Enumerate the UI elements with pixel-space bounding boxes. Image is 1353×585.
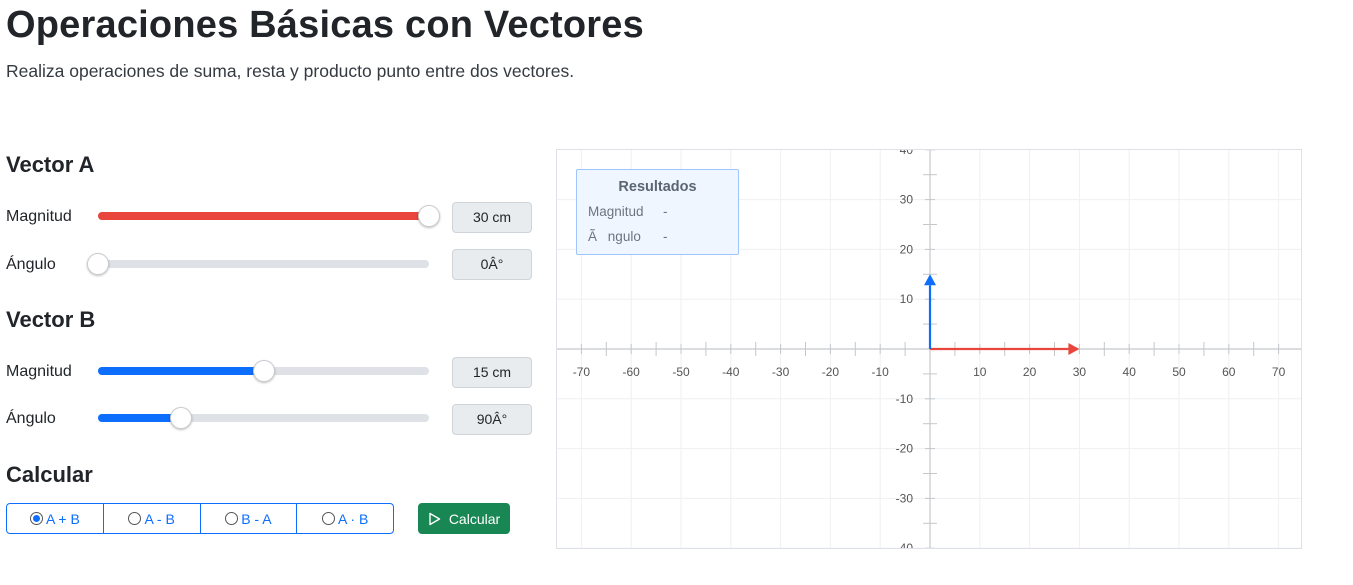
y-tick-label: 40: [900, 150, 914, 157]
y-tick-label: 30: [900, 193, 914, 207]
radio-icon: [128, 512, 142, 525]
results-magnitude-value: -: [663, 204, 668, 219]
x-tick-label: 10: [973, 365, 987, 379]
operation-label: A · B: [337, 510, 369, 527]
x-tick-label: -60: [623, 365, 641, 379]
operation-dot-product[interactable]: A · B: [297, 504, 393, 533]
slider-thumb[interactable]: [418, 205, 440, 227]
vector-b-angle-slider[interactable]: [98, 407, 429, 429]
x-tick-label: -40: [722, 365, 740, 379]
radio-checked-icon: [29, 512, 43, 525]
slider-fill: [98, 367, 264, 375]
x-tick-label: 20: [1023, 365, 1037, 379]
y-tick-label: -10: [896, 392, 914, 406]
calculate-title: Calcular: [6, 462, 93, 487]
slider-fill: [98, 414, 181, 422]
vector-b-magnitude-slider[interactable]: [98, 360, 429, 382]
x-tick-label: 70: [1272, 365, 1286, 379]
operation-b-minus-a[interactable]: B - A: [201, 504, 298, 533]
x-tick-label: -70: [573, 365, 591, 379]
vector-b-angle-value: 90Â°: [452, 404, 532, 435]
vector-b-title: Vector B: [6, 307, 96, 332]
vector-a-magnitude-label: Magnitud: [6, 208, 72, 225]
operation-a-minus-b[interactable]: A - B: [104, 504, 201, 533]
play-icon: [428, 512, 441, 526]
operation-label: A - B: [144, 510, 175, 527]
y-tick-label: -20: [896, 442, 914, 456]
x-tick-label: 60: [1222, 365, 1236, 379]
operation-selector: A + B A - B B - A A · B: [6, 503, 394, 534]
vector-a-magnitude-slider[interactable]: [98, 205, 440, 227]
y-tick-label: 10: [900, 292, 914, 306]
vector-a-arrowhead: [1068, 343, 1080, 355]
x-tick-label: -10: [872, 365, 890, 379]
page-subtitle: Realiza operaciones de suma, resta y pro…: [6, 61, 575, 81]
x-tick-label: 40: [1123, 365, 1137, 379]
results-angle-label: Ãngulo: [588, 229, 641, 244]
slider-thumb[interactable]: [169, 407, 192, 429]
slider-thumb[interactable]: [87, 253, 109, 275]
results-panel: Resultados Magnitud - Ãngulo -: [576, 169, 739, 255]
x-tick-label: -20: [822, 365, 840, 379]
results-title: Resultados: [618, 179, 697, 195]
y-tick-label: -30: [896, 491, 914, 505]
results-magnitude-label: Magnitud: [588, 204, 644, 219]
x-tick-label: 50: [1172, 365, 1186, 379]
results-angle-value: -: [663, 229, 668, 244]
radio-icon: [321, 512, 335, 525]
x-tick-label: -50: [672, 365, 690, 379]
slider-thumb[interactable]: [252, 360, 275, 382]
y-tick-label: -40: [896, 541, 914, 549]
vector-a-title: Vector A: [6, 152, 95, 177]
vector-a-angle-slider[interactable]: [87, 253, 429, 275]
page-title: Operaciones Básicas con Vectores: [6, 4, 644, 46]
x-tick-label: -30: [772, 365, 790, 379]
slider-track: [98, 260, 429, 268]
radio-icon: [225, 512, 239, 525]
vector-b-angle-label: Ángulo: [6, 410, 56, 427]
operation-a-plus-b[interactable]: A + B: [7, 504, 104, 533]
vector-b-magnitude-label: Magnitud: [6, 363, 72, 380]
operation-label: B - A: [241, 510, 272, 527]
y-tick-label: 20: [900, 242, 914, 256]
operation-label: A + B: [45, 510, 80, 527]
calculate-button-label: Calcular: [448, 510, 501, 527]
vector-a-angle-label: Ángulo: [6, 256, 56, 273]
x-tick-label: 30: [1073, 365, 1087, 379]
vector-b-arrowhead: [924, 274, 936, 286]
vector-b-magnitude-value: 15 cm: [452, 357, 532, 388]
slider-fill: [98, 212, 429, 220]
calculate-button[interactable]: Calcular: [418, 503, 510, 534]
vector-a-magnitude-value: 30 cm: [452, 202, 532, 233]
vector-a-angle-value: 0Â°: [452, 249, 532, 280]
vector-plot: -70-60-50-40-30-20-101020304050607040302…: [556, 149, 1302, 549]
